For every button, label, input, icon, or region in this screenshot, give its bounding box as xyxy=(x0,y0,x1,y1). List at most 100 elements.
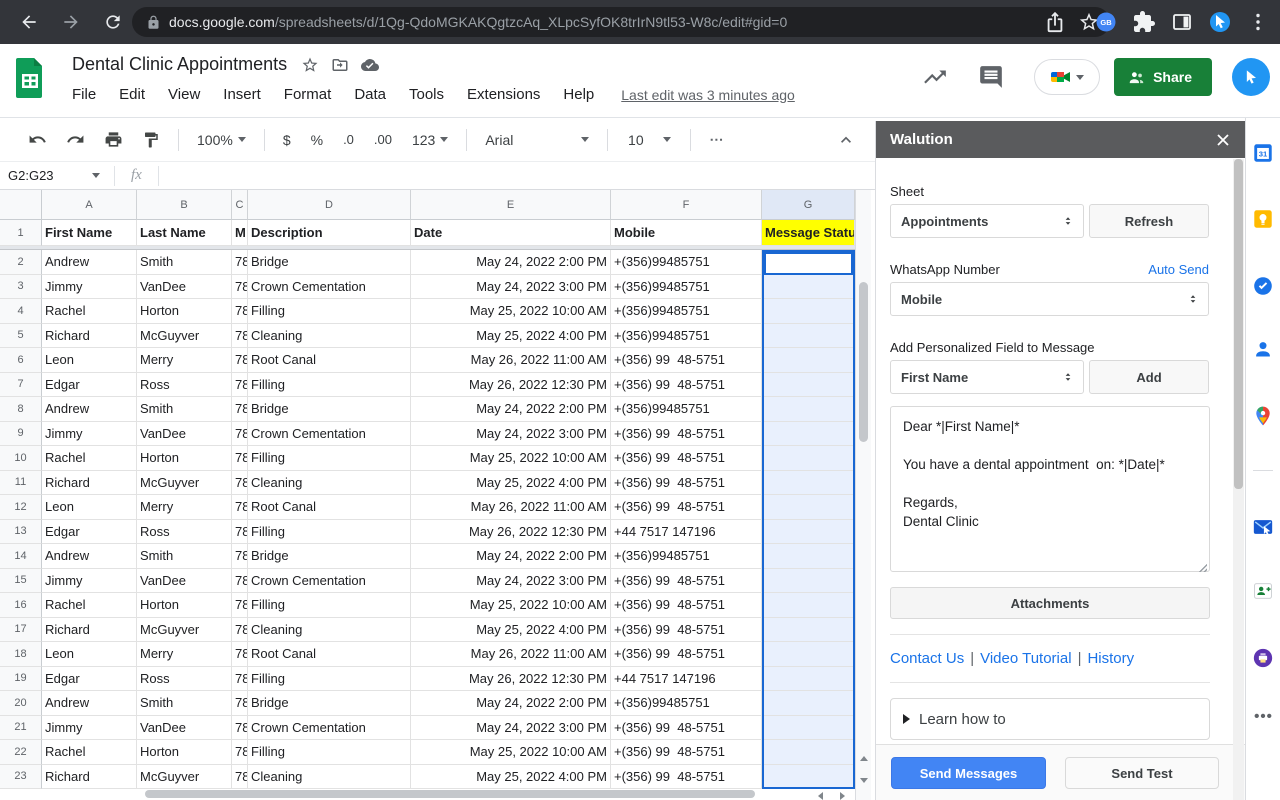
rail-more-icon[interactable]: ••• xyxy=(1246,708,1280,725)
cell-B13[interactable]: Ross xyxy=(137,519,232,544)
cell-B22[interactable]: Horton xyxy=(137,740,232,765)
row-header-10[interactable]: 10 xyxy=(0,446,42,471)
cell-F22[interactable]: +(356) 99 48-5751 xyxy=(611,740,762,765)
cell-G4[interactable] xyxy=(762,299,855,324)
forward-icon[interactable] xyxy=(58,9,84,35)
grid-horizontal-scrollbar[interactable] xyxy=(42,789,845,800)
cell-A3[interactable]: Jimmy xyxy=(42,274,137,299)
number-format-select[interactable]: 123 xyxy=(412,132,449,148)
cell-D12[interactable]: Root Canal xyxy=(248,495,411,520)
cell-B4[interactable]: Horton xyxy=(137,299,232,324)
history-link[interactable]: History xyxy=(1087,650,1134,667)
cell-G10[interactable] xyxy=(762,446,855,471)
cell-G8[interactable] xyxy=(762,397,855,422)
cell-B1[interactable]: Last Name xyxy=(137,220,232,246)
cell-A21[interactable]: Jimmy xyxy=(42,715,137,740)
cell-G1[interactable]: Message Status xyxy=(762,220,855,246)
row-header-3[interactable]: 3 xyxy=(0,274,42,299)
print-extension-icon[interactable] xyxy=(1252,647,1274,669)
cell-A7[interactable]: Edgar xyxy=(42,372,137,397)
cell-B16[interactable]: Horton xyxy=(137,593,232,618)
cell-F13[interactable]: +44 7517 147196 xyxy=(611,519,762,544)
cell-F21[interactable]: +(356) 99 48-5751 xyxy=(611,715,762,740)
column-header-C[interactable]: C xyxy=(232,190,248,220)
cell-B23[interactable]: McGuyver xyxy=(137,764,232,789)
menu-view[interactable]: View xyxy=(168,86,200,103)
cell-G17[interactable] xyxy=(762,617,855,642)
doc-title[interactable]: Dental Clinic Appointments xyxy=(72,54,287,75)
cell-A1[interactable]: First Name xyxy=(42,220,137,246)
cell-F15[interactable]: +(356) 99 48-5751 xyxy=(611,568,762,593)
cursor-extension-icon[interactable] xyxy=(1208,10,1232,34)
cell-G12[interactable] xyxy=(762,495,855,520)
cell-C9[interactable]: 78 xyxy=(232,421,248,446)
cell-D21[interactable]: Crown Cementation xyxy=(248,715,411,740)
cell-E20[interactable]: May 24, 2022 2:00 PM xyxy=(411,691,611,716)
cell-F10[interactable]: +(356) 99 48-5751 xyxy=(611,446,762,471)
auto-send-link[interactable]: Auto Send xyxy=(1148,262,1209,277)
cell-E7[interactable]: May 26, 2022 12:30 PM xyxy=(411,372,611,397)
cell-B5[interactable]: McGuyver xyxy=(137,323,232,348)
cell-C4[interactable]: 78 xyxy=(232,299,248,324)
cell-C21[interactable]: 78 xyxy=(232,715,248,740)
tasks-icon[interactable] xyxy=(1252,275,1274,297)
attachments-button[interactable]: Attachments xyxy=(890,587,1210,619)
cell-B17[interactable]: McGuyver xyxy=(137,617,232,642)
cell-B15[interactable]: VanDee xyxy=(137,568,232,593)
cell-A13[interactable]: Edgar xyxy=(42,519,137,544)
whatsapp-number-select[interactable]: Mobile xyxy=(890,282,1209,316)
close-sidebar-icon[interactable] xyxy=(1215,132,1231,148)
cell-G3[interactable] xyxy=(762,274,855,299)
cell-C5[interactable]: 78 xyxy=(232,323,248,348)
scroll-right-icon[interactable] xyxy=(834,788,850,800)
cell-B10[interactable]: Horton xyxy=(137,446,232,471)
cell-B8[interactable]: Smith xyxy=(137,397,232,422)
hscroll-thumb[interactable] xyxy=(145,790,755,798)
cell-C15[interactable]: 78 xyxy=(232,568,248,593)
row-header-18[interactable]: 18 xyxy=(0,642,42,667)
cell-B7[interactable]: Ross xyxy=(137,372,232,397)
column-header-E[interactable]: E xyxy=(411,190,611,220)
comments-icon[interactable] xyxy=(978,64,1004,90)
cell-D16[interactable]: Filling xyxy=(248,593,411,618)
cell-C6[interactable]: 78 xyxy=(232,348,248,373)
cell-F1[interactable]: Mobile xyxy=(611,220,762,246)
cell-E22[interactable]: May 25, 2022 10:00 AM xyxy=(411,740,611,765)
row-header-4[interactable]: 4 xyxy=(0,299,42,324)
cell-D3[interactable]: Crown Cementation xyxy=(248,274,411,299)
font-size-select[interactable]: 10 xyxy=(626,132,672,148)
cloud-saved-icon[interactable] xyxy=(361,56,380,74)
cell-E18[interactable]: May 26, 2022 11:00 AM xyxy=(411,642,611,667)
back-icon[interactable] xyxy=(16,9,42,35)
cell-B19[interactable]: Ross xyxy=(137,666,232,691)
cell-D4[interactable]: Filling xyxy=(248,299,411,324)
row-header-12[interactable]: 12 xyxy=(0,495,42,520)
column-header-A[interactable]: A xyxy=(42,190,137,220)
cell-C18[interactable]: 78 xyxy=(232,642,248,667)
format-currency-button[interactable]: $ xyxy=(283,132,291,148)
cell-E11[interactable]: May 25, 2022 4:00 PM xyxy=(411,470,611,495)
menu-edit[interactable]: Edit xyxy=(119,86,145,103)
print-icon[interactable] xyxy=(100,127,126,153)
cell-C10[interactable]: 78 xyxy=(232,446,248,471)
cell-E13[interactable]: May 26, 2022 12:30 PM xyxy=(411,519,611,544)
cell-D23[interactable]: Cleaning xyxy=(248,764,411,789)
cell-F19[interactable]: +44 7517 147196 xyxy=(611,666,762,691)
cell-F3[interactable]: +(356)99485751 xyxy=(611,274,762,299)
cell-F2[interactable]: +(356)99485751 xyxy=(611,250,762,275)
cell-D13[interactable]: Filling xyxy=(248,519,411,544)
contact-us-link[interactable]: Contact Us xyxy=(890,650,964,667)
row-header-19[interactable]: 19 xyxy=(0,666,42,691)
cell-G15[interactable] xyxy=(762,568,855,593)
cell-E2[interactable]: May 24, 2022 2:00 PM xyxy=(411,250,611,275)
cell-G5[interactable] xyxy=(762,323,855,348)
column-header-D[interactable]: D xyxy=(248,190,411,220)
last-edit-link[interactable]: Last edit was 3 minutes ago xyxy=(621,87,795,103)
cell-F6[interactable]: +(356) 99 48-5751 xyxy=(611,348,762,373)
cell-E5[interactable]: May 25, 2022 4:00 PM xyxy=(411,323,611,348)
cell-E15[interactable]: May 24, 2022 3:00 PM xyxy=(411,568,611,593)
cell-D7[interactable]: Filling xyxy=(248,372,411,397)
cell-A8[interactable]: Andrew xyxy=(42,397,137,422)
cell-G11[interactable] xyxy=(762,470,855,495)
meet-button[interactable] xyxy=(1034,59,1101,95)
